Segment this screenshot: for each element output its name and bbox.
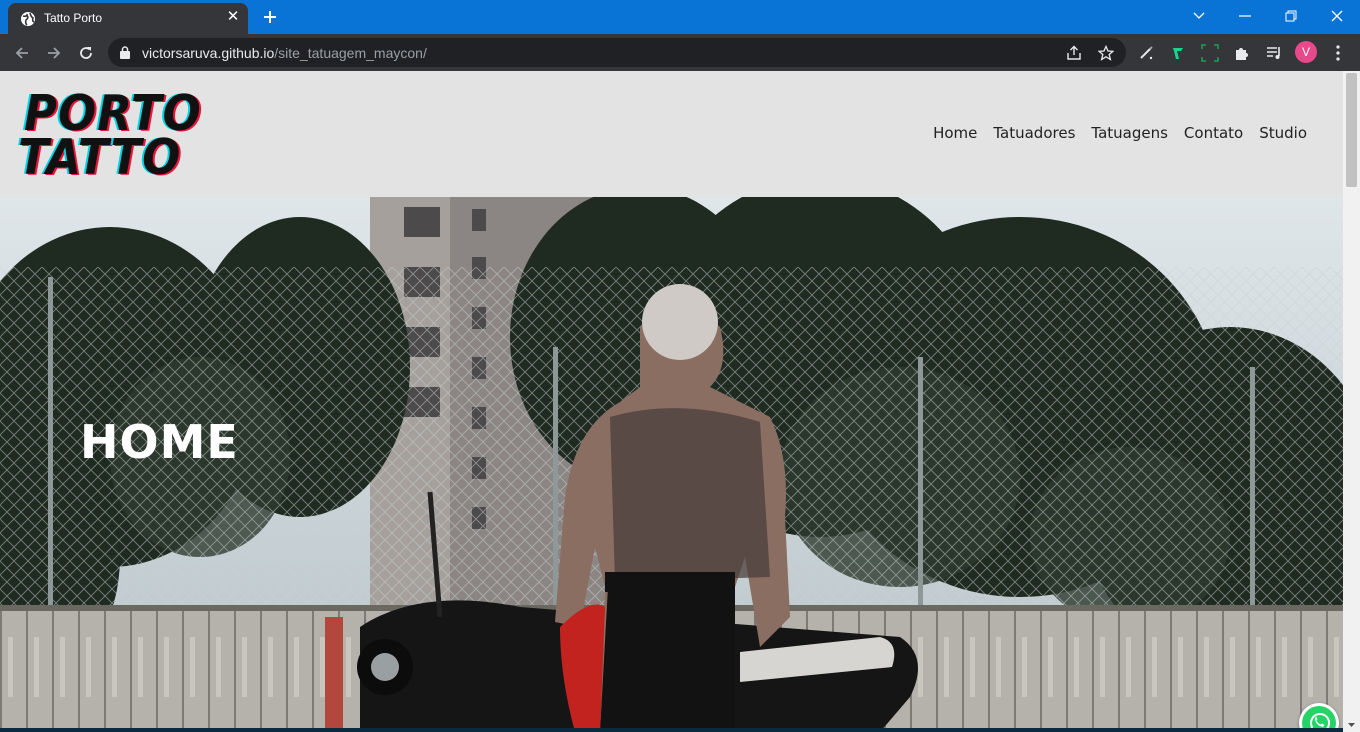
site-logo[interactable]: PORTO TATTO	[16, 87, 201, 186]
reload-button[interactable]	[74, 41, 98, 65]
hero-title: HOME	[80, 415, 239, 469]
tab-close-button[interactable]: ✕	[224, 8, 242, 26]
pen-extension-icon[interactable]	[1134, 41, 1158, 65]
media-controls-icon[interactable]	[1262, 41, 1286, 65]
address-bar[interactable]: victorsaruva.github.io/site_tatuagem_may…	[108, 38, 1126, 67]
green-extension-icon[interactable]	[1166, 41, 1190, 65]
profile-avatar[interactable]: V	[1295, 41, 1317, 63]
scroll-down-arrow-icon[interactable]	[1343, 718, 1360, 732]
browser-toolbar: victorsaruva.github.io/site_tatuagem_may…	[0, 34, 1360, 71]
nav-tatuadores[interactable]: Tatuadores	[993, 124, 1075, 142]
main-nav: Home Tatuadores Tatuagens Contato Studio	[933, 124, 1307, 142]
page-scrollbar[interactable]	[1343, 71, 1360, 732]
bookmark-star-icon[interactable]	[1095, 42, 1117, 64]
url-host: victorsaruva.github.io	[142, 45, 275, 61]
share-icon[interactable]	[1063, 42, 1085, 64]
hero-section: HOME	[0, 197, 1343, 732]
tab-search-button[interactable]	[1176, 0, 1222, 32]
browser-menu-icon[interactable]	[1326, 41, 1350, 65]
url-text: victorsaruva.github.io/site_tatuagem_may…	[142, 45, 427, 61]
nav-studio[interactable]: Studio	[1259, 124, 1307, 142]
nav-contato[interactable]: Contato	[1184, 124, 1243, 142]
close-window-button[interactable]	[1314, 0, 1360, 32]
new-tab-button[interactable]	[258, 5, 282, 29]
forward-button[interactable]	[42, 41, 66, 65]
page-viewport: PORTO TATTO Home Tatuadores Tatuagens Co…	[0, 71, 1343, 732]
globe-icon	[20, 11, 36, 27]
extensions-puzzle-icon[interactable]	[1230, 41, 1254, 65]
nav-home[interactable]: Home	[933, 124, 977, 142]
restore-button[interactable]	[1268, 0, 1314, 32]
nav-tatuagens[interactable]: Tatuagens	[1091, 124, 1168, 142]
url-path: /site_tatuagem_maycon/	[274, 45, 427, 61]
taskbar-edge	[0, 728, 1343, 732]
screenshot-extension-icon[interactable]	[1198, 41, 1222, 65]
browser-tab[interactable]: Tatto Porto ✕	[8, 3, 248, 34]
site-header: PORTO TATTO Home Tatuadores Tatuagens Co…	[0, 71, 1343, 197]
tab-strip: Tatto Porto ✕	[0, 0, 1360, 34]
back-button[interactable]	[10, 41, 34, 65]
lock-icon[interactable]	[120, 46, 130, 64]
scrollbar-thumb[interactable]	[1346, 73, 1357, 187]
tab-title: Tatto Porto	[44, 11, 103, 25]
minimize-button[interactable]	[1222, 0, 1268, 32]
logo-line-2: TATTO	[18, 128, 182, 186]
